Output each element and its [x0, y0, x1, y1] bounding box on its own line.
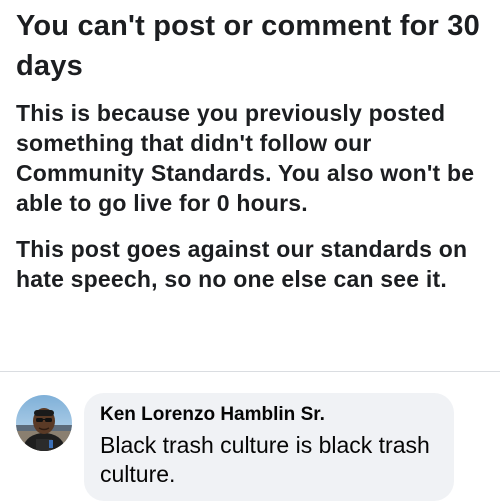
profile-photo-icon [16, 395, 72, 451]
comment-item: Ken Lorenzo Hamblin Sr. Black trash cult… [16, 393, 454, 501]
notice-detail-text: This post goes against our standards on … [16, 236, 468, 292]
avatar[interactable] [16, 395, 72, 451]
section-divider [0, 371, 500, 372]
restriction-notice: You can't post or comment for 30 days Th… [16, 6, 492, 294]
notice-reason-text: This is because you previously posted so… [16, 100, 475, 216]
notice-title: You can't post or comment for 30 days [16, 10, 480, 82]
comment-author-name[interactable]: Ken Lorenzo Hamblin Sr. [100, 403, 436, 427]
comment-bubble[interactable]: Ken Lorenzo Hamblin Sr. Black trash cult… [84, 393, 454, 501]
comment-text: Black trash culture is black trash cultu… [100, 432, 430, 487]
